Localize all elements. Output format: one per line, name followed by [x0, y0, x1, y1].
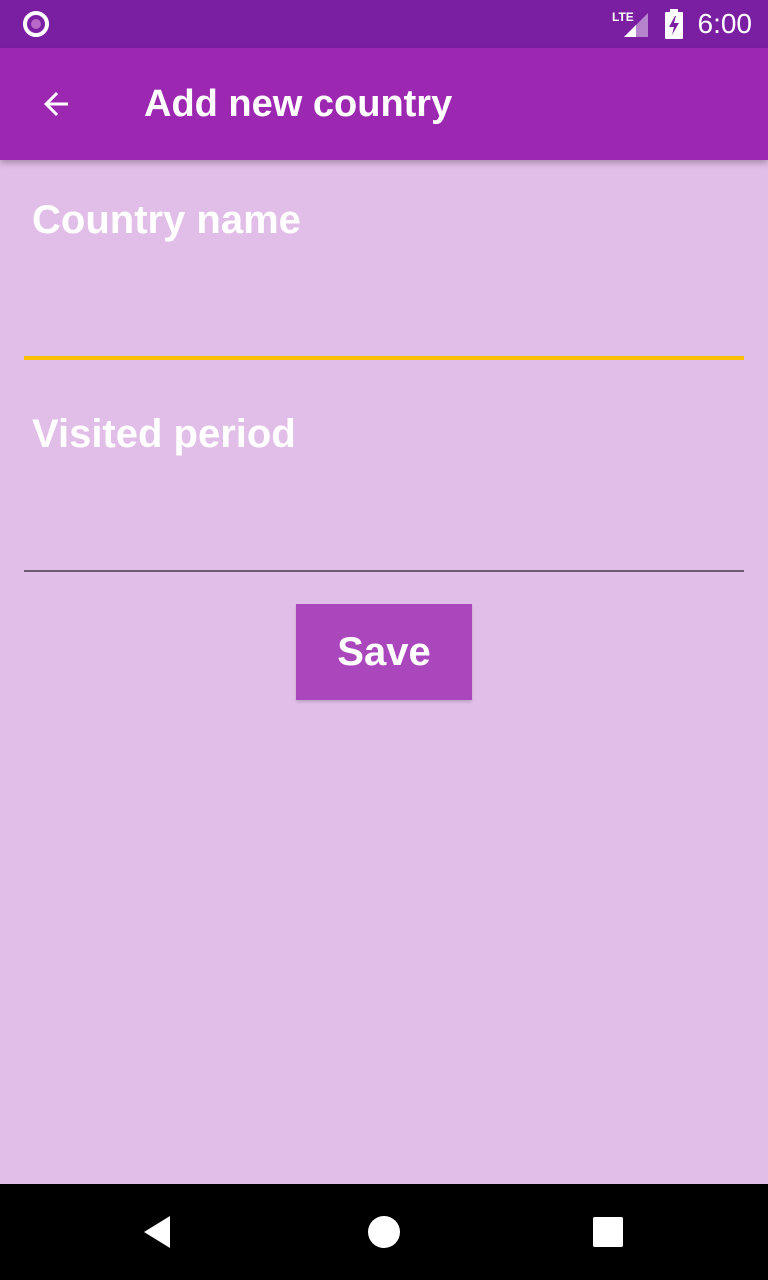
save-button[interactable]: Save: [296, 604, 472, 700]
system-nav-bar: [0, 1184, 768, 1280]
status-time: 6:00: [697, 8, 753, 39]
arrow-back-icon: [44, 92, 68, 116]
recents-square-icon: [593, 1217, 623, 1247]
back-button[interactable]: [24, 72, 88, 136]
visited-period-input[interactable]: [24, 502, 744, 566]
visited-period-underline: [24, 570, 744, 572]
page-title: Add new country: [144, 83, 453, 125]
lte-signal-icon: LTE: [612, 10, 648, 37]
nav-recents-button[interactable]: [576, 1200, 640, 1264]
country-name-underline: [24, 356, 744, 360]
back-triangle-icon: [144, 1216, 170, 1248]
status-icons: LTE 6:00: [612, 0, 753, 48]
visited-period-label: Visited period: [32, 412, 296, 456]
country-name-input[interactable]: [24, 288, 744, 352]
battery-charging-icon: [664, 9, 683, 39]
nav-back-button[interactable]: [128, 1200, 192, 1264]
nav-home-button[interactable]: [352, 1200, 416, 1264]
lte-label: LTE: [612, 10, 634, 24]
notification-circle-icon: [23, 11, 49, 37]
status-bar: LTE 6:00: [0, 0, 768, 48]
country-name-label: Country name: [32, 198, 301, 242]
app-bar: Add new country: [0, 48, 768, 160]
home-circle-icon: [368, 1216, 400, 1248]
screen: LTE 6:00 Add new country Country name Vi…: [0, 0, 768, 1280]
